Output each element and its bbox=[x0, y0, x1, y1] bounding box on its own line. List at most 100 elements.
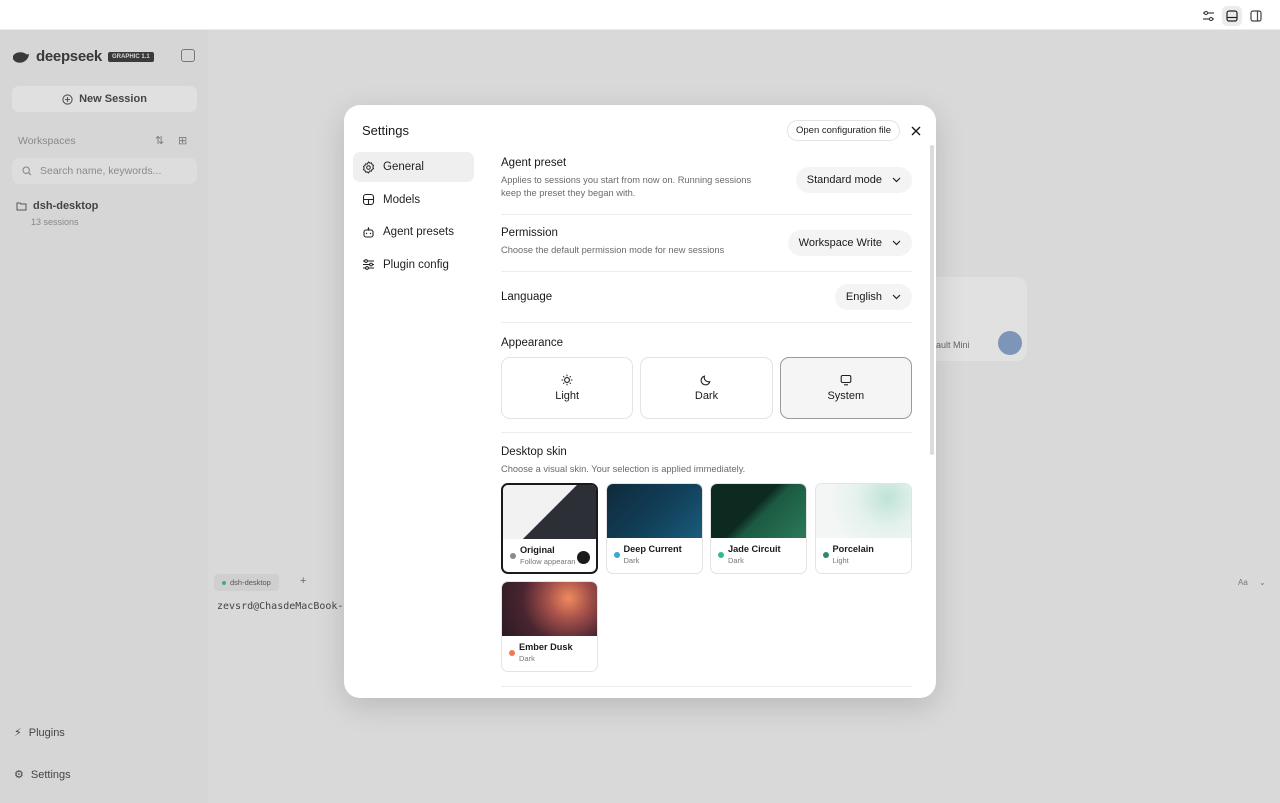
skin-card-ember-dusk[interactable]: Ember Dusk Dark bbox=[501, 581, 598, 672]
status-dot-icon bbox=[222, 580, 226, 585]
skin-mode: Dark bbox=[728, 556, 744, 565]
nav-label: Agent presets bbox=[383, 226, 454, 238]
skin-info: Deep Current Dark bbox=[607, 538, 702, 565]
skin-grid: Original Follow appearance Deep Current … bbox=[501, 483, 912, 672]
nav-label: Plugin config bbox=[383, 258, 449, 271]
skin-preview bbox=[502, 582, 597, 636]
skin-dot-icon bbox=[822, 552, 829, 558]
sidebar: deepseek GRAPHIC 1.1 New Session Workspa… bbox=[0, 30, 208, 803]
panel-right-icon bbox=[1250, 10, 1262, 22]
sliders-icon bbox=[363, 259, 374, 270]
skin-mode: Follow appearance bbox=[520, 557, 575, 566]
moon-icon bbox=[701, 375, 712, 386]
window-top-bar bbox=[0, 0, 1280, 30]
skin-name: Jade Circuit bbox=[728, 544, 781, 554]
whale-logo-icon bbox=[13, 51, 29, 63]
permission-select[interactable]: Workspace Write bbox=[787, 230, 912, 256]
skin-name: Porcelain bbox=[832, 544, 874, 554]
search-input[interactable]: Search name, keywords... bbox=[12, 158, 197, 184]
divider bbox=[501, 432, 912, 433]
send-button[interactable] bbox=[998, 331, 1022, 355]
folder-icon bbox=[16, 202, 27, 211]
dialog-title: Settings bbox=[362, 123, 409, 138]
font-size-label[interactable]: Aa bbox=[1238, 578, 1248, 587]
search-icon bbox=[22, 166, 32, 176]
monitor-icon bbox=[840, 374, 852, 386]
close-button[interactable] bbox=[907, 122, 924, 139]
skin-dot-icon bbox=[718, 552, 724, 558]
project-name: dsh-desktop bbox=[33, 200, 99, 212]
terminal-prompt: zevsrd@ChasdeMacBook-P bbox=[217, 601, 350, 612]
terminal-tab[interactable]: dsh-desktop bbox=[214, 574, 279, 591]
sliders-icon bbox=[1202, 10, 1214, 22]
right-panel-toggle-button[interactable] bbox=[1246, 6, 1266, 26]
sort-icon[interactable]: ⇅ bbox=[155, 134, 168, 147]
settings-link[interactable]: ⚙ Settings bbox=[14, 768, 71, 782]
open-config-button[interactable]: Open configuration file bbox=[787, 120, 901, 141]
agent-preset-row: Agent preset Applies to sessions you sta… bbox=[501, 157, 912, 215]
language-select[interactable]: English bbox=[834, 284, 912, 310]
agent-preset-select[interactable]: Standard mode bbox=[795, 167, 912, 193]
nav-item-agent-presets[interactable]: Agent presets bbox=[353, 217, 474, 247]
close-icon bbox=[911, 126, 920, 135]
language-row: Language English bbox=[501, 272, 912, 323]
appearance-dark-option[interactable]: Dark bbox=[640, 357, 773, 419]
skin-info: Jade Circuit Dark bbox=[711, 538, 806, 565]
desktop-skin-desc: Choose a visual skin. Your selection is … bbox=[501, 464, 746, 474]
gear-icon: ⚙ bbox=[14, 769, 24, 781]
skin-preview bbox=[606, 484, 702, 538]
plugins-label: Plugins bbox=[28, 726, 65, 739]
skin-mode: Dark bbox=[623, 556, 640, 565]
skin-card-porcelain[interactable]: Porcelain Light bbox=[814, 483, 912, 574]
nav-item-plugin-config[interactable]: Plugin config bbox=[353, 250, 474, 280]
language-title: Language bbox=[501, 291, 553, 303]
appearance-options: Light Dark System bbox=[501, 357, 912, 419]
general-settings-panel: Agent preset Applies to sessions you sta… bbox=[501, 145, 912, 698]
new-terminal-icon[interactable]: + bbox=[300, 575, 306, 587]
chevron-down-icon bbox=[892, 294, 901, 300]
plug-icon: ⚡ bbox=[14, 727, 22, 739]
appearance-option-label: Dark bbox=[694, 390, 719, 402]
new-session-label: New Session bbox=[79, 93, 147, 105]
database-icon bbox=[362, 193, 375, 206]
settings-label: Settings bbox=[30, 768, 71, 781]
skin-card-deep-current[interactable]: Deep Current Dark bbox=[605, 483, 703, 574]
nav-label: Models bbox=[383, 193, 421, 206]
sun-icon bbox=[561, 374, 573, 386]
skin-card-original[interactable]: Original Follow appearance bbox=[501, 483, 598, 574]
filter-toggle-button[interactable] bbox=[1198, 6, 1218, 26]
skin-dot-icon bbox=[509, 650, 515, 656]
divider bbox=[501, 686, 912, 687]
skin-preview bbox=[815, 484, 911, 538]
appearance-system-option[interactable]: System bbox=[779, 357, 912, 419]
skin-preview bbox=[711, 484, 806, 538]
new-session-button[interactable]: New Session bbox=[12, 86, 197, 112]
chevron-down-icon bbox=[892, 240, 901, 246]
appearance-light-option[interactable]: Light bbox=[501, 357, 634, 419]
skin-info: Porcelain Light bbox=[816, 538, 911, 565]
terminal-tab-label: dsh-desktop bbox=[230, 578, 271, 587]
app-logo: deepseek GRAPHIC 1.1 bbox=[12, 48, 154, 65]
bottom-panel-toggle-button[interactable] bbox=[1222, 6, 1242, 26]
settings-nav: General Models Agent presets Plugin conf… bbox=[353, 152, 474, 282]
search-placeholder: Search name, keywords... bbox=[40, 165, 162, 177]
add-folder-icon[interactable]: ⊞ bbox=[178, 134, 191, 147]
skin-card-jade-circuit[interactable]: Jade Circuit Dark bbox=[710, 483, 807, 574]
panel-bottom-icon bbox=[1226, 10, 1238, 22]
robot-icon bbox=[363, 226, 374, 238]
skin-dot-icon bbox=[510, 553, 516, 559]
collapse-sidebar-icon[interactable] bbox=[181, 49, 195, 62]
skin-dot-icon bbox=[613, 552, 620, 558]
workspaces-label: Workspaces bbox=[18, 135, 76, 147]
nav-item-general[interactable]: General bbox=[353, 152, 474, 182]
appearance-option-label: Light bbox=[555, 390, 580, 402]
settings-dialog: Settings Open configuration file General… bbox=[344, 105, 936, 698]
agent-preset-desc: Applies to sessions you start from now o… bbox=[501, 175, 752, 198]
plugins-link[interactable]: ⚡ Plugins bbox=[14, 726, 65, 740]
project-item[interactable]: dsh-desktop bbox=[16, 200, 98, 212]
chevron-down-icon[interactable]: ⌄ bbox=[1259, 578, 1266, 587]
skin-mode: Light bbox=[832, 556, 849, 565]
scrollbar[interactable] bbox=[930, 145, 934, 455]
nav-item-models[interactable]: Models bbox=[353, 185, 474, 215]
skin-name: Deep Current bbox=[623, 544, 682, 554]
